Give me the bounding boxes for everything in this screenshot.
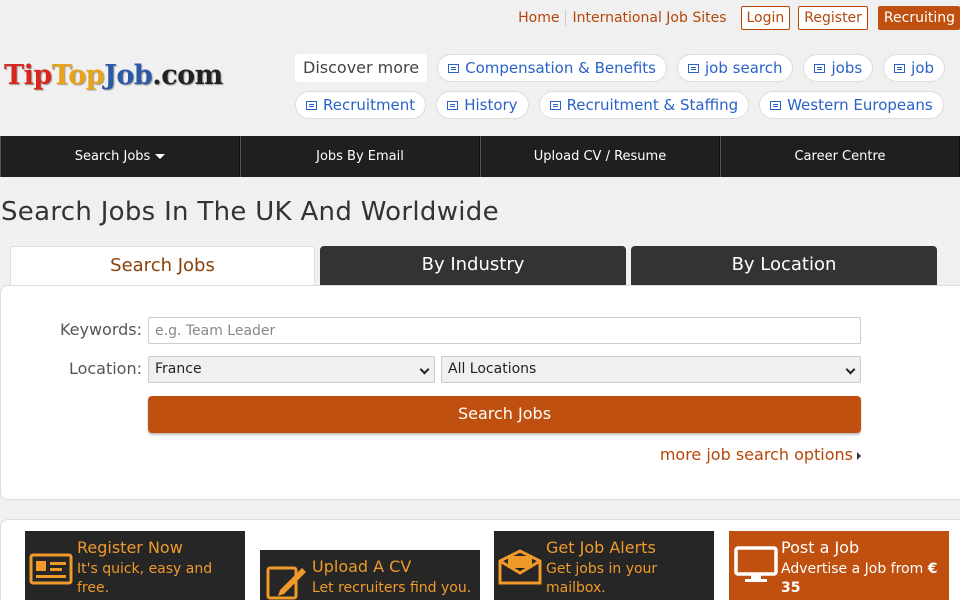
card-title: Register Now (77, 538, 183, 557)
page-title: Search Jobs In The UK And Worldwide (1, 197, 499, 227)
article-icon (447, 100, 459, 110)
id-card-icon (29, 553, 73, 585)
feature-panel: Register Now It's quick, easy and free. U… (0, 519, 960, 600)
discover-tags: Discover more Compensation & Benefits jo… (295, 54, 946, 128)
keywords-label: Keywords: (59, 320, 142, 339)
tab-by-industry[interactable]: By Industry (320, 246, 626, 286)
location-label: Location: (68, 359, 142, 378)
logo-part-com: .com (152, 60, 223, 91)
post-a-job-card[interactable]: Post a Job Advertise a Job from €35 (729, 531, 949, 600)
country-value: France (155, 361, 202, 377)
tag-label: Compensation & Benefits (465, 59, 657, 77)
tag-label: History (464, 96, 518, 114)
tag-label: Recruitment (323, 96, 416, 114)
card-text: Advertise a Job from €35 (781, 561, 938, 596)
tag-row: Recruitment History Recruitment & Staffi… (295, 91, 944, 119)
international-job-sites-link[interactable]: International Job Sites (566, 10, 732, 26)
tag-recruitment-staffing[interactable]: Recruitment & Staffing (538, 91, 750, 119)
envelope-icon (498, 549, 542, 585)
upload-cv-card[interactable]: Upload A CV Let recruiters find you. (260, 550, 480, 600)
article-icon (814, 63, 826, 73)
monitor-icon (734, 546, 778, 582)
tab-by-location[interactable]: By Location (631, 246, 937, 286)
nav-jobs-by-email[interactable]: Jobs By Email (240, 136, 480, 177)
region-select[interactable]: All Locations (441, 356, 861, 383)
article-icon (894, 63, 906, 73)
nav-career-centre[interactable]: Career Centre (720, 136, 960, 177)
tag-job-search[interactable]: job search (677, 54, 794, 82)
job-alerts-card[interactable]: Get Job Alerts Get jobs in your mailbox. (494, 531, 714, 600)
triangle-right-icon (857, 451, 861, 460)
tag-recruitment[interactable]: Recruitment (295, 91, 427, 119)
home-link[interactable]: Home (512, 10, 567, 26)
tag-job[interactable]: job (883, 54, 946, 82)
article-icon (688, 63, 700, 73)
tag-label: job (911, 59, 935, 77)
tag-label: Western Europeans (787, 96, 933, 114)
logo-part-job: Job (104, 60, 153, 91)
nav-label: Upload CV / Resume (533, 149, 667, 164)
recruiting-button[interactable]: Recruiting (877, 6, 960, 30)
tag-row: Discover more Compensation & Benefits jo… (295, 54, 946, 82)
card-title: Post a Job (781, 538, 860, 557)
tag-history[interactable]: History (436, 91, 529, 119)
tag-compensation-benefits[interactable]: Compensation & Benefits (437, 54, 668, 82)
card-title: Upload A CV (312, 557, 412, 576)
card-text: It's quick, easy and free. (77, 561, 213, 596)
article-icon (306, 100, 317, 110)
chevron-down-icon (419, 364, 430, 375)
logo-part-tip: Tip (4, 60, 52, 91)
card-text: Let recruiters find you. (312, 580, 472, 596)
tag-label: Recruitment & Staffing (566, 96, 739, 114)
register-now-card[interactable]: Register Now It's quick, easy and free. (25, 531, 245, 600)
chevron-down-icon (845, 364, 856, 375)
nav-label: Search Jobs (74, 149, 151, 164)
article-icon (448, 63, 460, 73)
country-select[interactable]: France (148, 356, 435, 383)
nav-label: Career Centre (794, 149, 886, 164)
tag-label: job search (705, 59, 783, 77)
site-logo[interactable]: TipTopJob.com (4, 60, 223, 91)
card-title: Get Job Alerts (546, 538, 656, 557)
more-search-options-link[interactable]: more job search options (660, 445, 861, 464)
tag-jobs[interactable]: jobs (803, 54, 874, 82)
search-panel: Keywords: Location: France All Locations… (0, 285, 960, 500)
nav-label: Jobs By Email (316, 149, 404, 164)
search-jobs-button[interactable]: Search Jobs (148, 396, 861, 433)
logo-part-top: Top (51, 60, 105, 91)
article-icon (549, 100, 561, 110)
card-text: Get jobs in your mailbox. (546, 561, 658, 596)
login-button[interactable]: Login (740, 6, 791, 30)
edit-document-icon (266, 566, 306, 600)
nav-upload-cv[interactable]: Upload CV / Resume (480, 136, 720, 177)
region-value: All Locations (448, 361, 537, 377)
nav-search-jobs[interactable]: Search Jobs (0, 136, 240, 177)
tag-western-europeans[interactable]: Western Europeans (759, 91, 944, 119)
tab-search-jobs[interactable]: Search Jobs (10, 246, 315, 286)
register-button[interactable]: Register (798, 6, 868, 30)
caret-down-icon (155, 154, 166, 159)
search-tabs: Search Jobs By Industry By Location (10, 246, 960, 286)
tag-label: jobs (831, 59, 863, 77)
discover-more-label: Discover more (295, 54, 428, 82)
article-icon (770, 100, 782, 110)
keywords-input[interactable] (148, 317, 861, 344)
top-links: Home International Job Sites Login Regis… (512, 5, 960, 31)
more-options-label: more job search options (659, 445, 853, 464)
main-nav: Search Jobs Jobs By Email Upload CV / Re… (0, 136, 960, 177)
